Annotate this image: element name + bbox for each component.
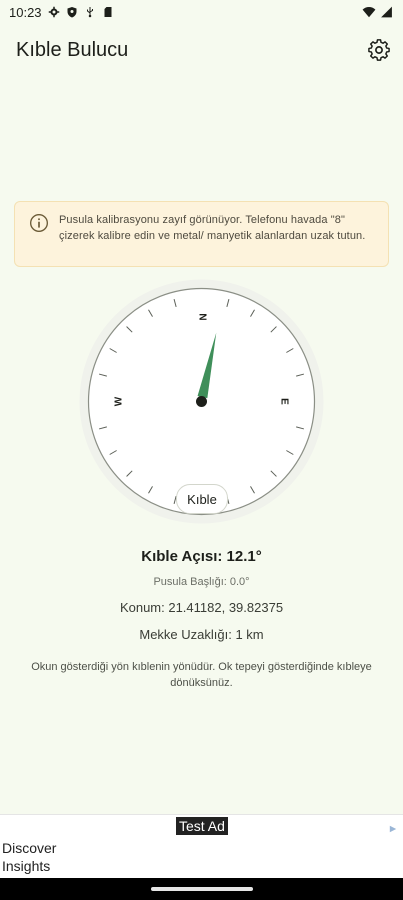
qibla-marker-label: Kıble xyxy=(176,484,228,514)
direction-hint: Okun gösterdiği yön kıblenin yönüdür. Ok… xyxy=(31,661,372,689)
shield-icon xyxy=(67,7,77,18)
status-bar: 10:23 xyxy=(0,0,403,24)
navigation-bar xyxy=(0,878,403,900)
status-left: 10:23 xyxy=(9,5,114,20)
compass-center-dot xyxy=(196,396,207,407)
mecca-distance: Mekke Uzaklığı: 1 km xyxy=(139,627,264,642)
qibla-angle: Kıble Açısı: 12.1° xyxy=(141,548,262,565)
ad-banner[interactable]: Test Ad Discover Insights xyxy=(0,814,403,878)
home-gesture-handle[interactable] xyxy=(151,887,253,891)
gear-icon xyxy=(48,6,59,18)
settings-button[interactable] xyxy=(367,38,391,62)
status-right xyxy=(362,6,393,18)
compass-heading: Pusula Başlığı: 0.0° xyxy=(153,576,250,588)
compass-east-label: E xyxy=(279,398,290,405)
page-title: Kıble Bulucu xyxy=(16,38,129,61)
calibration-warning: Pusula kalibrasyonu zayıf görünüyor. Tel… xyxy=(14,201,389,267)
gear-icon xyxy=(368,39,390,61)
ad-label: Test Ad xyxy=(176,817,228,835)
cell-signal-icon xyxy=(381,6,392,18)
location: Konum: 21.41182, 39.82375 xyxy=(119,600,284,615)
usb-icon xyxy=(86,7,93,18)
ad-text-line1: Discover xyxy=(2,840,57,856)
ad-text-line2: Insights xyxy=(2,858,51,874)
sd-card-icon xyxy=(104,7,112,17)
ad-text[interactable]: Discover Insights xyxy=(2,839,56,875)
ad-choices-icon[interactable] xyxy=(389,825,397,833)
status-time: 10:23 xyxy=(9,4,42,20)
info-icon xyxy=(30,214,48,232)
compass-north-label: N xyxy=(197,313,208,320)
compass-west-label: W xyxy=(114,396,125,406)
warning-text: Pusula kalibrasyonu zayıf görünüyor. Tel… xyxy=(59,214,366,242)
app-bar: Kıble Bulucu xyxy=(0,24,403,76)
wifi-icon xyxy=(362,7,376,18)
